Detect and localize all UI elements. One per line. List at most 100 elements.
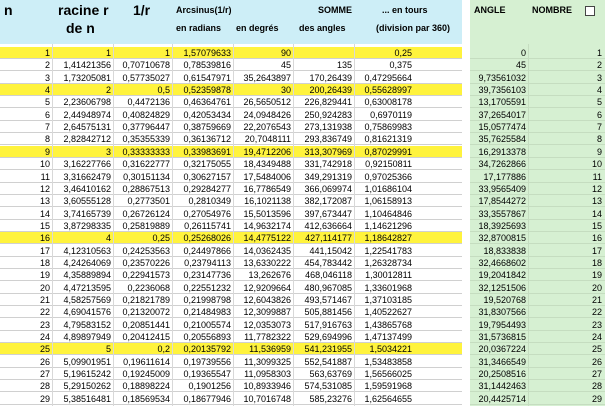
cell-nombre[interactable]: 18	[592, 257, 602, 269]
cell-tours[interactable]: 1,37103185	[364, 294, 412, 306]
cell-rad[interactable]: 0,46364761	[183, 96, 231, 108]
cell-deg[interactable]: 11,536959	[249, 343, 291, 355]
cell-deg[interactable]: 35,2643897	[243, 72, 291, 84]
cell-rad[interactable]: 0,20135792	[183, 343, 231, 355]
cell-tours[interactable]: 1,18642827	[364, 232, 412, 244]
cell-r[interactable]: 2,82842712	[63, 133, 111, 145]
cell-inv[interactable]: 0,37796447	[122, 121, 170, 133]
cell-nombre[interactable]: 20	[592, 282, 602, 294]
cell-tours[interactable]: 1,14621296	[364, 220, 412, 232]
cell-n[interactable]: 1	[45, 47, 50, 59]
cell-nombre[interactable]: 29	[592, 393, 602, 405]
cell-inv[interactable]: 0,18569534	[122, 393, 170, 405]
cell-tours[interactable]: 1,06158913	[364, 195, 412, 207]
cell-sum[interactable]: 349,291319	[304, 171, 352, 183]
cell-inv[interactable]: 0,5	[157, 84, 170, 96]
cell-r[interactable]: 4	[106, 232, 111, 244]
cell-rad[interactable]: 0,25268026	[183, 232, 231, 244]
cell-angle[interactable]: 33,9565409	[478, 183, 526, 195]
cell-n[interactable]: 5	[45, 96, 50, 108]
cell-n[interactable]: 6	[45, 109, 50, 121]
cell-inv[interactable]: 0,22941573	[122, 269, 170, 281]
cell-deg[interactable]: 19,4712206	[243, 146, 291, 158]
cell-inv[interactable]: 0,26726124	[122, 208, 170, 220]
cell-tours[interactable]: 1,59591968	[364, 380, 412, 392]
cell-rad[interactable]: 0,18677946	[183, 393, 231, 405]
cell-r[interactable]: 2,44948974	[63, 109, 111, 121]
cell-angle[interactable]: 39,7356103	[478, 84, 526, 96]
cell-n[interactable]: 8	[45, 133, 50, 145]
cell-deg[interactable]: 11,0958303	[244, 368, 291, 380]
cell-rad[interactable]: 1,57079633	[183, 47, 231, 59]
cell-angle[interactable]: 18,833838	[483, 245, 526, 257]
cell-r[interactable]: 3	[106, 146, 111, 158]
cell-nombre[interactable]: 2	[597, 59, 602, 71]
cell-sum[interactable]: 366,069974	[304, 183, 352, 195]
cell-r[interactable]: 5,19615242	[63, 368, 111, 380]
cell-nombre[interactable]: 12	[592, 183, 602, 195]
cell-sum[interactable]: 541,231955	[304, 343, 352, 355]
cell-rad[interactable]: 0,27054976	[183, 208, 231, 220]
cell-rad[interactable]: 0,23147736	[183, 269, 231, 281]
cell-rad[interactable]: 0,19739556	[183, 356, 231, 368]
cell-tours[interactable]: 1,40522627	[364, 306, 412, 318]
cell-angle[interactable]: 20,0367224	[478, 343, 526, 355]
cell-n[interactable]: 27	[40, 368, 50, 380]
cell-nombre[interactable]: 4	[597, 84, 602, 96]
cell-nombre[interactable]: 8	[597, 133, 602, 145]
cell-nombre[interactable]: 24	[592, 331, 602, 343]
cell-tours[interactable]: 1,22541783	[364, 245, 412, 257]
cell-angle[interactable]: 31,8307566	[478, 306, 526, 318]
cell-n[interactable]: 14	[40, 208, 50, 220]
cell-sum[interactable]: 250,924283	[304, 109, 352, 121]
cell-inv[interactable]: 0,2773501	[127, 195, 170, 207]
cell-inv[interactable]: 0,40824829	[122, 109, 170, 121]
cell-sum[interactable]: 574,531085	[304, 380, 352, 392]
cell-deg[interactable]: 12,9209664	[243, 282, 291, 294]
cell-n[interactable]: 15	[40, 220, 50, 232]
cell-r[interactable]: 5,38516481	[63, 393, 111, 405]
cell-nombre[interactable]: 6	[597, 109, 602, 121]
cell-r[interactable]: 3,31662479	[63, 171, 111, 183]
cell-sum[interactable]: 505,881456	[304, 306, 352, 318]
cell-deg[interactable]: 16,7786549	[243, 183, 291, 195]
cell-tours[interactable]: 0,97025366	[364, 171, 412, 183]
cell-angle[interactable]: 32,1251506	[478, 282, 526, 294]
cell-sum[interactable]: 412,636664	[304, 220, 352, 232]
cell-angle[interactable]: 31,5736815	[478, 331, 526, 343]
cell-inv[interactable]: 0,57735027	[122, 72, 170, 84]
cell-angle[interactable]: 33,3557867	[478, 208, 526, 220]
cell-nombre[interactable]: 15	[592, 220, 602, 232]
cell-deg[interactable]: 11,7782322	[244, 331, 291, 343]
cell-sum[interactable]: 200,26439	[309, 84, 352, 96]
cell-sum[interactable]: 331,742918	[304, 158, 352, 170]
cell-sum[interactable]: 468,046118	[305, 269, 352, 281]
cell-rad[interactable]: 0,61547971	[183, 72, 231, 84]
cell-sum[interactable]: 563,63769	[309, 368, 352, 380]
cell-angle[interactable]: 32,8700815	[478, 232, 526, 244]
cell-rad[interactable]: 0,30627157	[183, 171, 231, 183]
cell-n[interactable]: 12	[40, 183, 50, 195]
cell-tours[interactable]: 0,63008178	[364, 96, 412, 108]
cell-n[interactable]: 4	[45, 84, 50, 96]
cell-n[interactable]: 28	[40, 380, 50, 392]
cell-inv[interactable]: 0,70710678	[122, 59, 170, 71]
cell-n[interactable]: 23	[40, 319, 50, 331]
cell-inv[interactable]: 0,20851441	[122, 319, 170, 331]
cell-tours[interactable]: 0,75869983	[364, 121, 412, 133]
cell-deg[interactable]: 14,9632174	[243, 220, 291, 232]
cell-deg[interactable]: 13,262676	[248, 269, 291, 281]
cell-r[interactable]: 3,46410162	[63, 183, 111, 195]
cell-rad[interactable]: 0,32175055	[183, 158, 231, 170]
cell-angle[interactable]: 31,3466549	[478, 356, 526, 368]
cell-n[interactable]: 21	[40, 294, 50, 306]
cell-tours[interactable]: 0,81621319	[364, 133, 412, 145]
cell-inv[interactable]: 0,28867513	[122, 183, 170, 195]
cell-tours[interactable]: 0,87029991	[364, 146, 412, 158]
cell-rad[interactable]: 0,22551232	[183, 282, 231, 294]
cell-inv[interactable]: 1	[165, 47, 170, 59]
cell-rad[interactable]: 0,78539816	[183, 59, 231, 71]
cell-nombre[interactable]: 14	[592, 208, 602, 220]
cell-inv[interactable]: 0,19611614	[123, 356, 170, 368]
cell-deg[interactable]: 30	[281, 84, 291, 96]
